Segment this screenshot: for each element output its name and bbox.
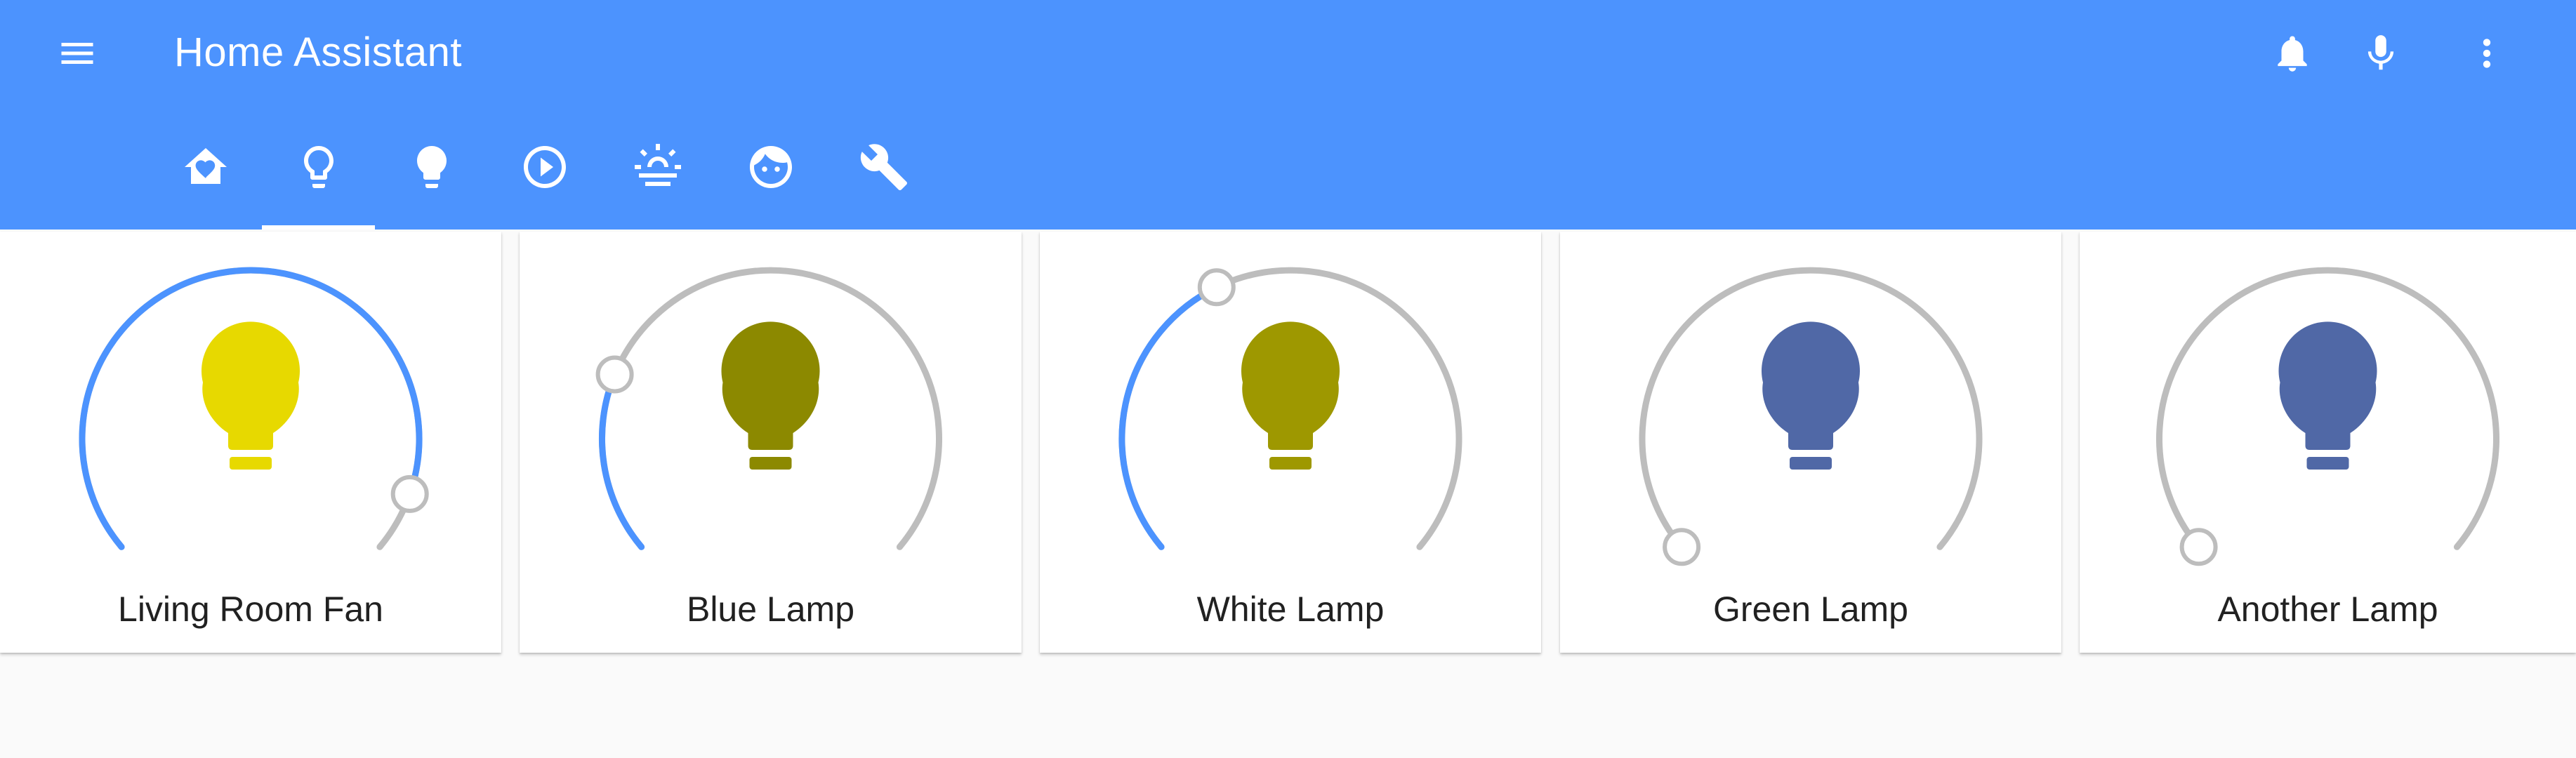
slider-active-arc — [599, 371, 645, 550]
tab-configuration[interactable] — [827, 126, 940, 230]
face-icon — [749, 145, 792, 188]
light-name[interactable]: Green Lamp — [1560, 588, 2061, 630]
light-cards: Living Room Fan Blue Lamp White Lamp Gre… — [0, 232, 2576, 653]
light-card: Green Lamp — [1560, 232, 2061, 653]
microphone-icon — [2367, 35, 2394, 70]
brightness-slider[interactable] — [0, 232, 501, 583]
light-card: Blue Lamp — [520, 232, 1022, 653]
app-title: Home Assistant — [174, 29, 462, 75]
slider-handle[interactable] — [1663, 528, 1701, 566]
brightness-slider[interactable] — [2080, 232, 2576, 583]
brightness-slider[interactable] — [1560, 232, 2061, 583]
lightbulb-outline-icon — [303, 145, 333, 188]
voice-command-button[interactable] — [2339, 11, 2423, 95]
app-root: Home Assistant Living Room Fan Blue Lamp… — [0, 0, 2576, 758]
light-name[interactable]: Blue Lamp — [520, 588, 1022, 630]
tab-media[interactable] — [488, 126, 601, 230]
more-options-button[interactable] — [2445, 11, 2529, 95]
menu-icon — [61, 43, 93, 64]
light-name[interactable]: White Lamp — [1040, 588, 1541, 630]
more-vertical-icon — [2483, 39, 2491, 68]
slider-handle[interactable] — [595, 355, 634, 394]
tab-weather[interactable] — [601, 126, 714, 230]
lightbulb-icon[interactable] — [1762, 321, 1860, 470]
tab-lights-outline[interactable] — [262, 126, 375, 230]
notifications-button[interactable] — [2250, 11, 2334, 95]
tab-people[interactable] — [714, 126, 827, 230]
toolbar: Home Assistant — [0, 0, 2576, 105]
light-name[interactable]: Another Lamp — [2080, 588, 2576, 630]
light-card: Living Room Fan — [0, 232, 501, 653]
lightbulb-icon[interactable] — [1241, 321, 1340, 470]
wrench-icon — [860, 143, 907, 190]
light-card: White Lamp — [1040, 232, 1541, 653]
bell-icon — [2278, 36, 2307, 72]
view-tabs — [149, 126, 940, 230]
brightness-slider[interactable] — [1040, 232, 1541, 583]
play-circle-icon — [523, 145, 566, 188]
tab-home[interactable] — [149, 126, 262, 230]
app-header: Home Assistant — [0, 0, 2576, 230]
weather-sunset-icon — [634, 143, 681, 186]
slider-handle[interactable] — [2179, 528, 2218, 566]
tab-lights[interactable] — [375, 126, 488, 230]
lightbulb-icon[interactable] — [721, 321, 820, 470]
brightness-slider[interactable] — [520, 232, 1022, 583]
lightbulb-icon — [416, 145, 447, 188]
menu-button[interactable] — [35, 11, 119, 95]
slider-handle[interactable] — [390, 474, 429, 513]
lightbulb-icon[interactable] — [2278, 321, 2377, 470]
home-heart-icon — [184, 147, 227, 184]
lightbulb-icon[interactable] — [202, 321, 300, 470]
light-card: Another Lamp — [2080, 232, 2576, 653]
slider-handle[interactable] — [1197, 268, 1236, 307]
light-name[interactable]: Living Room Fan — [0, 588, 501, 630]
